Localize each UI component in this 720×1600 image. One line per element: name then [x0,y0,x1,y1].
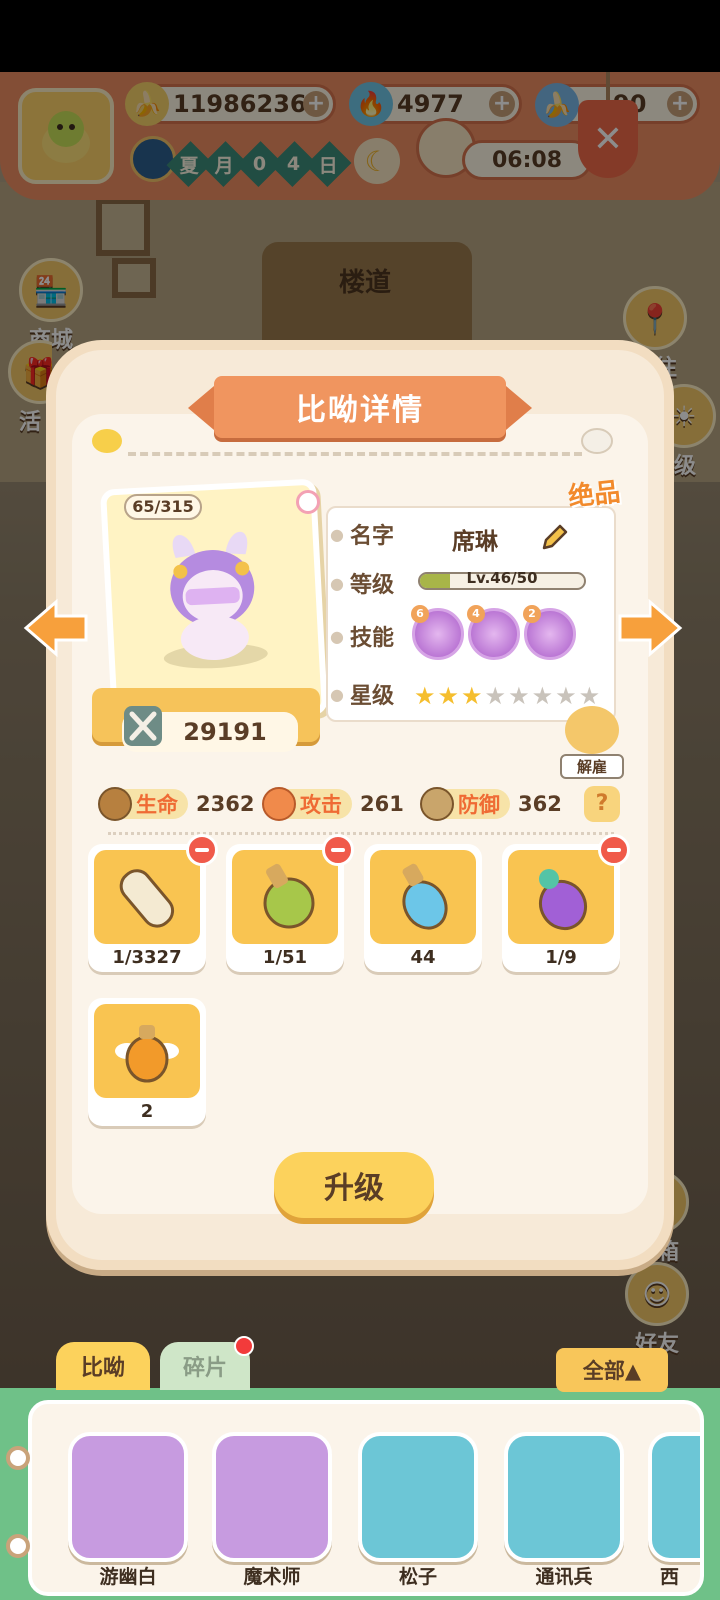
female-gender-icon [296,490,320,514]
stat-help-button[interactable]: ? [584,786,620,822]
edit-pencil-icon[interactable] [538,522,570,554]
name-row: ● 名字 [330,514,394,554]
hp-icon [98,787,132,821]
chick-icon [92,429,122,453]
hero-name: 游幽白 [99,1566,157,1588]
notification-dot [234,1336,254,1356]
scroll-bottle-icon [94,850,200,944]
star-filled-icon: ★ [414,682,436,710]
stat-hp: 生命 2362 [98,787,255,821]
paw-icon: ● [330,626,344,646]
hero-card[interactable] [648,1432,700,1562]
star-empty-icon: ★ [484,682,507,710]
crossed-swords-icon [124,706,162,746]
remove-item-button[interactable] [322,834,354,866]
hp-value: 2362 [196,792,255,816]
hero-name: 松子 [398,1566,437,1588]
defense-tag: 防御 [420,787,510,821]
skill-level: 6 [411,605,429,623]
skill-level: 2 [523,605,541,623]
stat-divider [108,832,614,835]
filter-dropdown[interactable]: 全部▲ [556,1348,668,1392]
title-divider [128,452,582,456]
item-scroll-bottle[interactable]: 1/3327 [88,844,206,972]
item-quantity: 1/9 [545,947,577,968]
item-blue-potion[interactable]: 44 [364,844,482,972]
skill-heart-icon[interactable]: 4 [467,605,520,660]
binder-ring [6,1534,30,1558]
item-quantity: 2 [140,1101,154,1122]
pet-portrait-icon [163,531,268,669]
dismiss-label: 解雇 [560,754,624,779]
skill-label: 技能 [349,626,394,651]
attack-tag: 攻击 [262,787,352,821]
skill-vortex-icon[interactable]: 6 [411,605,464,660]
status-bar [0,0,720,72]
star-filled-icon: ★ [437,682,460,710]
hero-card[interactable] [504,1432,624,1562]
defense-icon [420,787,454,821]
next-arrow-icon[interactable] [616,598,684,658]
paw-icon: ● [330,573,344,593]
paw-icon: ● [330,684,344,704]
level-row: ● 等级 [330,563,394,603]
binder-ring [6,1446,30,1470]
winged-orange-potion-icon [94,1004,200,1098]
previous-arrow-icon[interactable] [22,598,90,658]
upgrade-button[interactable]: 升级 [274,1152,434,1218]
hp-tag: 生命 [98,787,188,821]
star-empty-icon: ★ [508,682,530,710]
level-text: Lv.46/50 [466,569,538,587]
star-row: ● 星级 [330,674,394,714]
paw-icon: ● [330,524,344,544]
star-empty-icon: ★ [531,682,554,710]
hero-card[interactable] [358,1432,478,1562]
hero-card[interactable] [68,1432,188,1562]
ghost-icon [581,428,613,454]
item-quantity: 44 [410,947,436,968]
rarity-badge: 绝品 [566,477,622,513]
cat-bag-icon [565,706,619,754]
stat-attack: 攻击 261 [262,787,404,821]
skill-row: ● 技能 [330,616,394,656]
star-label: 星级 [349,684,394,709]
stat-defense: 防御 362 [420,787,562,821]
hero-name: 西 [660,1566,680,1588]
name-label: 名字 [349,524,394,549]
pet-name: 席琳 [452,529,498,555]
attack-value: 261 [360,792,404,816]
item-green-potion[interactable]: 1/51 [226,844,344,972]
purple-potion-icon [508,850,614,944]
skill-speech-icon[interactable]: 2 [523,605,576,660]
item-quantity: 1/51 [262,947,308,968]
item-quantity: 1/3327 [112,947,182,968]
hero-name: 魔术师 [243,1566,301,1588]
modal-title: 比呦详情 [188,376,532,438]
hero-card[interactable] [212,1432,332,1562]
remove-item-button[interactable] [598,834,630,866]
item-purple-potion[interactable]: 1/9 [502,844,620,972]
skill-level: 4 [467,605,485,623]
green-potion-icon [232,850,338,944]
blue-potion-icon [370,850,476,944]
level-label: 等级 [349,573,394,598]
card-fragment-count: 65/315 [124,494,202,520]
star-filled-icon: ★ [461,682,483,710]
item-winged-orange-potion[interactable]: 2 [88,998,206,1126]
hero-name: 通讯兵 [535,1566,593,1588]
dismiss-button[interactable]: 解雇 [560,706,624,779]
remove-item-button[interactable] [186,834,218,866]
defense-value: 362 [518,792,562,816]
tab-heroes[interactable]: 比呦 [56,1342,150,1390]
attack-icon [262,787,296,821]
